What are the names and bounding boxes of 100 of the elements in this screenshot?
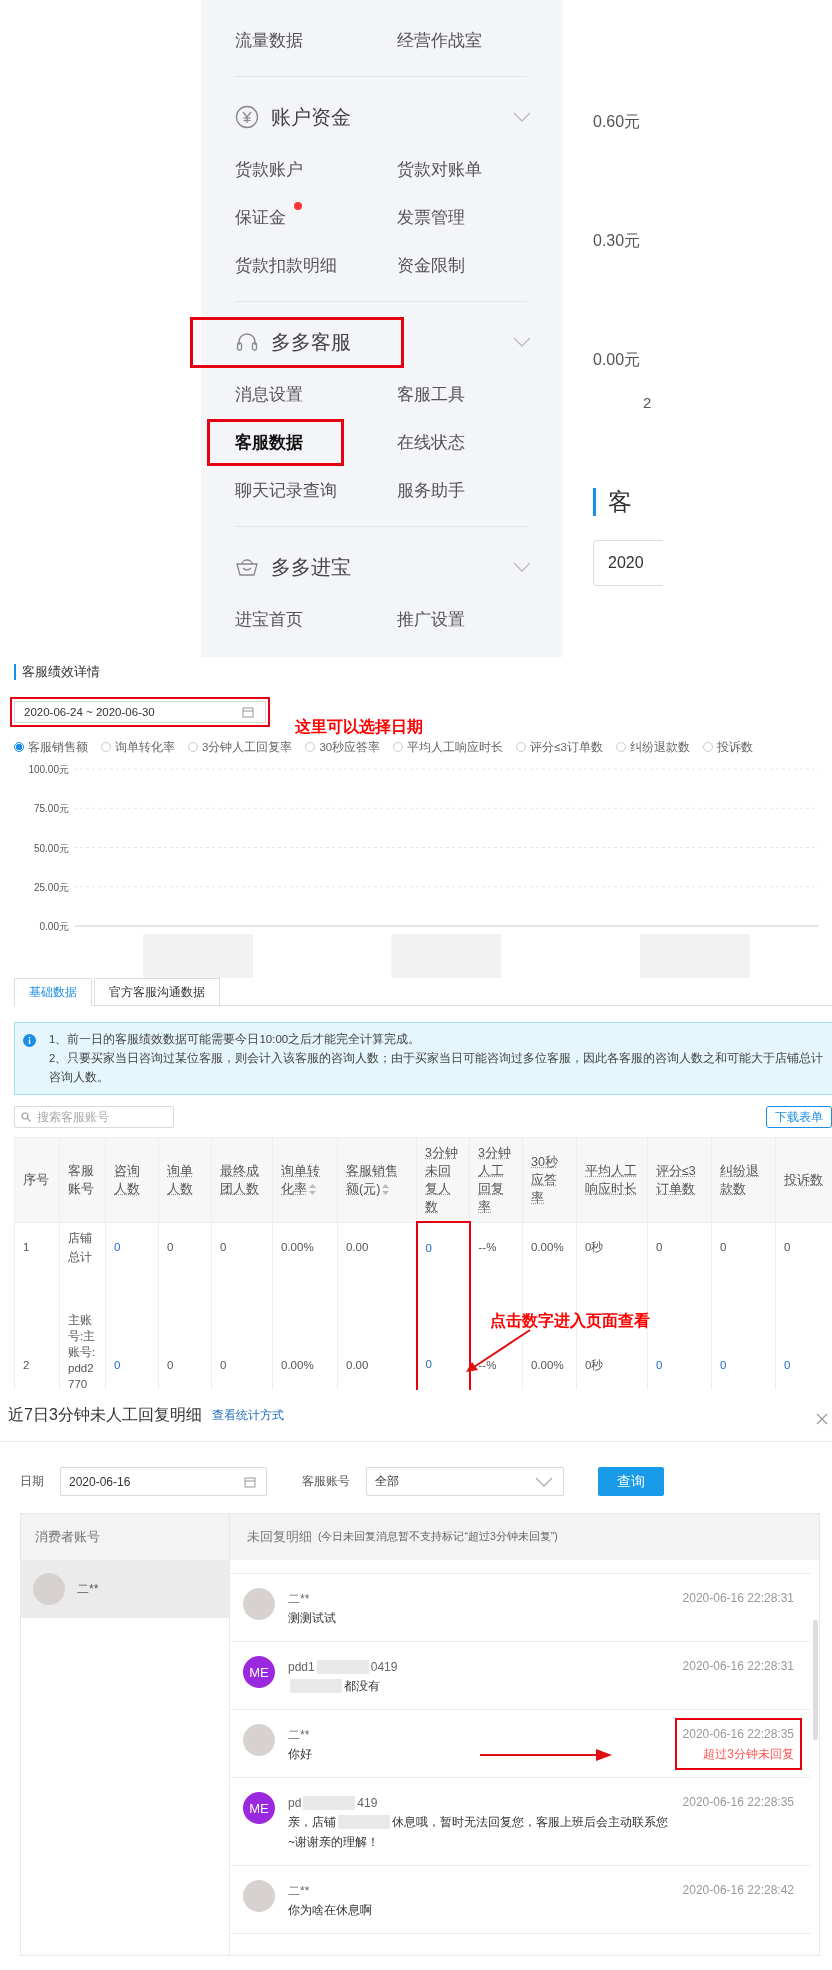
menu-item[interactable]: 聊天记录查询 — [235, 478, 337, 502]
sender-name: 二** — [288, 1727, 310, 1744]
dialog-title: 近7日3分钟未人工回复明细 — [8, 1405, 202, 1425]
info-icon — [23, 1034, 36, 1047]
menu-item[interactable]: 货款账户 — [235, 157, 303, 181]
column-header: 纠纷退款数 — [711, 1137, 776, 1222]
date-field[interactable]: 2020 — [593, 540, 663, 586]
metric-radio[interactable]: 纠纷退款数 — [615, 739, 690, 755]
column-header: 平均人工响应时长 — [576, 1137, 648, 1222]
field-label: 客服账号 — [302, 1473, 350, 1490]
metric-radio[interactable]: 30秒应答率 — [305, 739, 381, 755]
chevron-down-icon[interactable] — [535, 1476, 553, 1487]
column-header: 咨询人数 — [105, 1137, 159, 1222]
menu-group-header[interactable]: 账户资金 — [235, 103, 351, 131]
menu-item[interactable]: 进宝首页 — [235, 607, 303, 631]
search-icon — [21, 1112, 31, 1122]
menu-item[interactable]: 货款对账单 — [397, 157, 482, 181]
date-range-field[interactable]: 2020-06-24 ~ 2020-06-30 — [10, 697, 270, 727]
table-cell: 0 — [647, 1222, 712, 1273]
timestamp: 2020-06-16 22:28:31 — [682, 1590, 794, 1607]
message-text: 你好 — [288, 1746, 312, 1763]
tab[interactable]: 基础数据 — [14, 978, 92, 1006]
axis-label: 0.00元 — [39, 921, 69, 932]
consumer-name: 二** — [77, 1580, 99, 1598]
menu-item[interactable]: 流量数据 — [235, 28, 303, 52]
message-text: 休息哦，暂时无法回复您，客服上班后会主动联系您 — [392, 1814, 668, 1831]
table-link[interactable]: 0 — [105, 1222, 159, 1273]
account-dropdown[interactable]: 全部 — [366, 1467, 564, 1496]
scrollbar[interactable] — [813, 1620, 818, 1740]
notice-text: 1、前一日的客服绩效数据可能需要今日10:00之后才能完全计算完成。 — [49, 1032, 422, 1047]
column-header: 投诉数 — [775, 1137, 832, 1222]
search-field[interactable]: 搜索客服账号 — [14, 1106, 174, 1128]
column-header: 最终成团人数 — [211, 1137, 273, 1222]
table-cell: --% — [469, 1222, 523, 1273]
menu-item[interactable]: 货款扣款明细 — [235, 253, 337, 277]
column-header: 30秒应答率 — [522, 1137, 577, 1222]
annotation-text: 点击数字进入页面查看 — [490, 1311, 650, 1331]
metric-radio[interactable]: 评分≤3订单数 — [516, 739, 603, 755]
menu-item[interactable]: 资金限制 — [397, 253, 465, 277]
table-cell: 0.00% — [272, 1222, 338, 1273]
axis-label: 2 — [643, 394, 653, 413]
avatar: ME — [243, 1792, 275, 1824]
chevron-down-icon[interactable] — [513, 562, 531, 572]
sender-name: 0419 — [370, 1659, 398, 1676]
avatar — [243, 1588, 275, 1620]
table-link[interactable]: 0 — [416, 1222, 470, 1273]
menu-item[interactable]: 客服工具 — [397, 382, 465, 406]
tab[interactable]: 官方客服沟通数据 — [94, 978, 220, 1005]
header-text: 未回复明细 — [247, 1528, 312, 1546]
menu-item[interactable]: 服务助手 — [397, 478, 465, 502]
section-title: 客 — [593, 488, 663, 516]
header-note: (今日未回复消息暂不支持标记“超过3分钟未回复”) — [318, 1530, 558, 1544]
sender-name: 二** — [288, 1883, 310, 1900]
table-cell: 店铺总计 — [59, 1222, 106, 1273]
notice-text: 2、只要买家当日咨询过某位客服，则会计入该客服的咨询人数；由于买家当日可能咨询过多位客服，因此各客服的咨询人数之和可能大于店铺总计咨询人数。 — [49, 1051, 825, 1085]
timestamp: 2020-06-16 22:28:42 — [682, 1882, 794, 1899]
message-text: 都没有 — [344, 1678, 380, 1695]
menu-item[interactable]: 经营作战室 — [397, 28, 482, 52]
column-header: 询单转化率 — [272, 1137, 338, 1222]
menu-item[interactable]: 推广设置 — [397, 607, 465, 631]
calendar-icon[interactable] — [242, 706, 254, 718]
sender-name: pdd1 — [288, 1659, 315, 1676]
menu-item[interactable]: 发票管理 — [397, 205, 465, 229]
table-cell: 0.00 — [337, 1222, 417, 1273]
help-link[interactable]: 查看统计方式 — [211, 1407, 284, 1424]
metric-radio[interactable]: 客服销售额 — [14, 739, 88, 755]
date-field[interactable]: 2020-06-16 — [60, 1467, 267, 1496]
consumer-row[interactable]: 二** — [21, 1560, 229, 1618]
chevron-down-icon[interactable] — [513, 112, 531, 122]
menu-group-header[interactable]: 多多进宝 — [235, 553, 351, 581]
column-header: 3分钟人工回复率 — [469, 1137, 523, 1222]
sort-icon[interactable] — [382, 1183, 390, 1195]
column-header: 客服销售额(元) — [337, 1137, 417, 1222]
section-title: 客服绩效详情 — [14, 664, 100, 680]
avatar — [33, 1573, 65, 1605]
timestamp: 2020-06-16 22:28:35 — [682, 1726, 794, 1743]
metric-radio[interactable]: 投诉数 — [702, 739, 753, 755]
axis-label: 0.60元 — [593, 112, 642, 132]
menu-item[interactable]: 客服数据 — [207, 418, 344, 466]
sort-icon[interactable] — [309, 1183, 316, 1195]
menu-item[interactable]: 消息设置 — [235, 382, 303, 406]
metric-radio[interactable]: 询单转化率 — [101, 739, 175, 755]
annotation-text: 这里可以选择日期 — [295, 717, 423, 737]
calendar-icon[interactable] — [244, 1475, 256, 1488]
table-cell: 0 — [158, 1222, 212, 1273]
menu-group-header[interactable]: 多多客服 — [190, 316, 404, 368]
message-text: 测测试试 — [288, 1610, 336, 1627]
axis-label: 75.00元 — [33, 803, 69, 815]
menu-item[interactable]: 保证金 — [235, 205, 286, 229]
yen-icon — [235, 105, 259, 129]
timestamp: 2020-06-16 22:28:35 — [682, 1794, 794, 1811]
metric-radio[interactable]: 3分钟人工回复率 — [188, 739, 293, 755]
axis-label: 25.00元 — [33, 881, 69, 893]
table-cell: 0 — [775, 1222, 832, 1273]
download-button[interactable]: 下载表单 — [766, 1106, 832, 1128]
chevron-down-icon[interactable] — [513, 337, 531, 347]
timestamp: 2020-06-16 22:28:31 — [682, 1658, 794, 1675]
metric-radio[interactable]: 平均人工响应时长 — [393, 739, 504, 755]
close-icon[interactable] — [816, 1413, 828, 1425]
menu-item[interactable]: 在线状态 — [397, 430, 465, 454]
